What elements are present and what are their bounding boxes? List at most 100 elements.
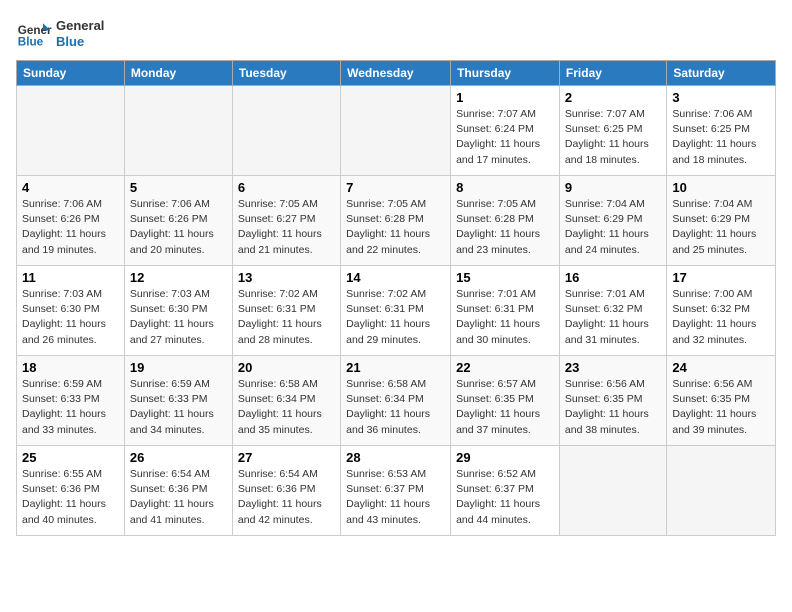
calendar-week-2: 4 Sunrise: 7:06 AM Sunset: 6:26 PM Daylig… bbox=[17, 176, 776, 266]
day-info: Sunrise: 7:03 AM Sunset: 6:30 PM Dayligh… bbox=[130, 287, 227, 348]
calendar-cell: 8Sunrise: 7:05 AM Sunset: 6:28 PM Daylig… bbox=[451, 176, 560, 266]
calendar-cell: 19 Sunrise: 6:59 AM Sunset: 6:33 PM Dayli… bbox=[124, 356, 232, 446]
calendar-cell: 3 Sunrise: 7:06 AM Sunset: 6:25 PM Daylig… bbox=[667, 86, 776, 176]
day-info: Sunrise: 6:53 AM Sunset: 6:37 PM Dayligh… bbox=[346, 467, 445, 528]
calendar-cell: 27 Sunrise: 6:54 AM Sunset: 6:36 PM Dayli… bbox=[232, 446, 340, 536]
day-number: 14 bbox=[346, 270, 445, 285]
calendar-cell: 14 Sunrise: 7:02 AM Sunset: 6:31 PM Dayli… bbox=[341, 266, 451, 356]
day-number: 26 bbox=[130, 450, 227, 465]
calendar-cell: 29Sunrise: 6:52 AM Sunset: 6:37 PM Dayli… bbox=[451, 446, 560, 536]
calendar-week-1: 1 Sunrise: 7:07 AM Sunset: 6:24 PM Daylig… bbox=[17, 86, 776, 176]
day-number: 27 bbox=[238, 450, 335, 465]
calendar-cell: 5 Sunrise: 7:06 AM Sunset: 6:26 PM Daylig… bbox=[124, 176, 232, 266]
calendar-cell: 18 Sunrise: 6:59 AM Sunset: 6:33 PM Dayli… bbox=[17, 356, 125, 446]
calendar-table: SundayMondayTuesdayWednesdayThursdayFrid… bbox=[16, 60, 776, 536]
calendar-cell: 22 Sunrise: 6:57 AM Sunset: 6:35 PM Dayli… bbox=[451, 356, 560, 446]
day-info: Sunrise: 7:06 AM Sunset: 6:26 PM Dayligh… bbox=[22, 197, 119, 258]
day-info: Sunrise: 7:01 AM Sunset: 6:32 PM Dayligh… bbox=[565, 287, 661, 348]
day-number: 22 bbox=[456, 360, 554, 375]
day-number: 3 bbox=[672, 90, 770, 105]
day-info: Sunrise: 6:59 AM Sunset: 6:33 PM Dayligh… bbox=[22, 377, 119, 438]
calendar-cell bbox=[232, 86, 340, 176]
day-number: 28 bbox=[346, 450, 445, 465]
logo: General Blue General Blue bbox=[16, 16, 104, 52]
day-number: 24 bbox=[672, 360, 770, 375]
calendar-week-4: 18 Sunrise: 6:59 AM Sunset: 6:33 PM Dayli… bbox=[17, 356, 776, 446]
day-number: 9 bbox=[565, 180, 661, 195]
day-info: Sunrise: 6:56 AM Sunset: 6:35 PM Dayligh… bbox=[565, 377, 661, 438]
calendar-cell: 11Sunrise: 7:03 AM Sunset: 6:30 PM Dayli… bbox=[17, 266, 125, 356]
calendar-body: 1 Sunrise: 7:07 AM Sunset: 6:24 PM Daylig… bbox=[17, 86, 776, 536]
calendar-cell: 7 Sunrise: 7:05 AM Sunset: 6:28 PM Daylig… bbox=[341, 176, 451, 266]
day-number: 19 bbox=[130, 360, 227, 375]
day-info: Sunrise: 7:06 AM Sunset: 6:25 PM Dayligh… bbox=[672, 107, 770, 168]
day-number: 11 bbox=[22, 270, 119, 285]
svg-text:Blue: Blue bbox=[18, 36, 44, 49]
day-info: Sunrise: 6:55 AM Sunset: 6:36 PM Dayligh… bbox=[22, 467, 119, 528]
day-number: 21 bbox=[346, 360, 445, 375]
calendar-cell: 2 Sunrise: 7:07 AM Sunset: 6:25 PM Daylig… bbox=[559, 86, 666, 176]
logo-general-text: General bbox=[56, 18, 104, 34]
day-number: 2 bbox=[565, 90, 661, 105]
calendar-cell: 28 Sunrise: 6:53 AM Sunset: 6:37 PM Dayli… bbox=[341, 446, 451, 536]
logo-icon: General Blue bbox=[16, 16, 52, 52]
day-number: 5 bbox=[130, 180, 227, 195]
calendar-week-5: 25 Sunrise: 6:55 AM Sunset: 6:36 PM Dayli… bbox=[17, 446, 776, 536]
day-number: 25 bbox=[22, 450, 119, 465]
calendar-cell: 21 Sunrise: 6:58 AM Sunset: 6:34 PM Dayli… bbox=[341, 356, 451, 446]
day-number: 7 bbox=[346, 180, 445, 195]
column-headers-row: SundayMondayTuesdayWednesdayThursdayFrid… bbox=[17, 61, 776, 86]
calendar-cell: 20Sunrise: 6:58 AM Sunset: 6:34 PM Dayli… bbox=[232, 356, 340, 446]
calendar-cell: 12 Sunrise: 7:03 AM Sunset: 6:30 PM Dayli… bbox=[124, 266, 232, 356]
day-info: Sunrise: 7:07 AM Sunset: 6:25 PM Dayligh… bbox=[565, 107, 661, 168]
calendar-cell: 26 Sunrise: 6:54 AM Sunset: 6:36 PM Dayli… bbox=[124, 446, 232, 536]
day-number: 18 bbox=[22, 360, 119, 375]
day-info: Sunrise: 7:07 AM Sunset: 6:24 PM Dayligh… bbox=[456, 107, 554, 168]
day-number: 8 bbox=[456, 180, 554, 195]
day-number: 20 bbox=[238, 360, 335, 375]
calendar-cell bbox=[341, 86, 451, 176]
day-number: 10 bbox=[672, 180, 770, 195]
calendar-cell bbox=[17, 86, 125, 176]
calendar-cell: 17Sunrise: 7:00 AM Sunset: 6:32 PM Dayli… bbox=[667, 266, 776, 356]
calendar-cell: 23 Sunrise: 6:56 AM Sunset: 6:35 PM Dayli… bbox=[559, 356, 666, 446]
column-header-thursday: Thursday bbox=[451, 61, 560, 86]
day-number: 1 bbox=[456, 90, 554, 105]
calendar-cell: 4 Sunrise: 7:06 AM Sunset: 6:26 PM Daylig… bbox=[17, 176, 125, 266]
calendar-cell: 15Sunrise: 7:01 AM Sunset: 6:31 PM Dayli… bbox=[451, 266, 560, 356]
day-info: Sunrise: 7:04 AM Sunset: 6:29 PM Dayligh… bbox=[565, 197, 661, 258]
day-info: Sunrise: 7:02 AM Sunset: 6:31 PM Dayligh… bbox=[346, 287, 445, 348]
day-info: Sunrise: 7:00 AM Sunset: 6:32 PM Dayligh… bbox=[672, 287, 770, 348]
calendar-cell: 10Sunrise: 7:04 AM Sunset: 6:29 PM Dayli… bbox=[667, 176, 776, 266]
calendar-cell: 25 Sunrise: 6:55 AM Sunset: 6:36 PM Dayli… bbox=[17, 446, 125, 536]
day-number: 23 bbox=[565, 360, 661, 375]
day-info: Sunrise: 7:05 AM Sunset: 6:28 PM Dayligh… bbox=[346, 197, 445, 258]
day-number: 4 bbox=[22, 180, 119, 195]
day-info: Sunrise: 6:54 AM Sunset: 6:36 PM Dayligh… bbox=[238, 467, 335, 528]
day-info: Sunrise: 7:05 AM Sunset: 6:27 PM Dayligh… bbox=[238, 197, 335, 258]
day-info: Sunrise: 7:02 AM Sunset: 6:31 PM Dayligh… bbox=[238, 287, 335, 348]
calendar-cell: 1 Sunrise: 7:07 AM Sunset: 6:24 PM Daylig… bbox=[451, 86, 560, 176]
logo-blue-text: Blue bbox=[56, 34, 104, 50]
day-info: Sunrise: 6:57 AM Sunset: 6:35 PM Dayligh… bbox=[456, 377, 554, 438]
calendar-cell: 9 Sunrise: 7:04 AM Sunset: 6:29 PM Daylig… bbox=[559, 176, 666, 266]
column-header-wednesday: Wednesday bbox=[341, 61, 451, 86]
calendar-cell bbox=[124, 86, 232, 176]
column-header-saturday: Saturday bbox=[667, 61, 776, 86]
day-number: 12 bbox=[130, 270, 227, 285]
column-header-sunday: Sunday bbox=[17, 61, 125, 86]
column-header-friday: Friday bbox=[559, 61, 666, 86]
day-info: Sunrise: 6:56 AM Sunset: 6:35 PM Dayligh… bbox=[672, 377, 770, 438]
day-info: Sunrise: 6:59 AM Sunset: 6:33 PM Dayligh… bbox=[130, 377, 227, 438]
day-info: Sunrise: 7:01 AM Sunset: 6:31 PM Dayligh… bbox=[456, 287, 554, 348]
day-info: Sunrise: 6:58 AM Sunset: 6:34 PM Dayligh… bbox=[346, 377, 445, 438]
day-info: Sunrise: 6:54 AM Sunset: 6:36 PM Dayligh… bbox=[130, 467, 227, 528]
day-number: 16 bbox=[565, 270, 661, 285]
calendar-cell bbox=[559, 446, 666, 536]
day-info: Sunrise: 7:06 AM Sunset: 6:26 PM Dayligh… bbox=[130, 197, 227, 258]
day-number: 13 bbox=[238, 270, 335, 285]
column-header-monday: Monday bbox=[124, 61, 232, 86]
day-number: 29 bbox=[456, 450, 554, 465]
day-number: 6 bbox=[238, 180, 335, 195]
calendar-cell: 24 Sunrise: 6:56 AM Sunset: 6:35 PM Dayli… bbox=[667, 356, 776, 446]
